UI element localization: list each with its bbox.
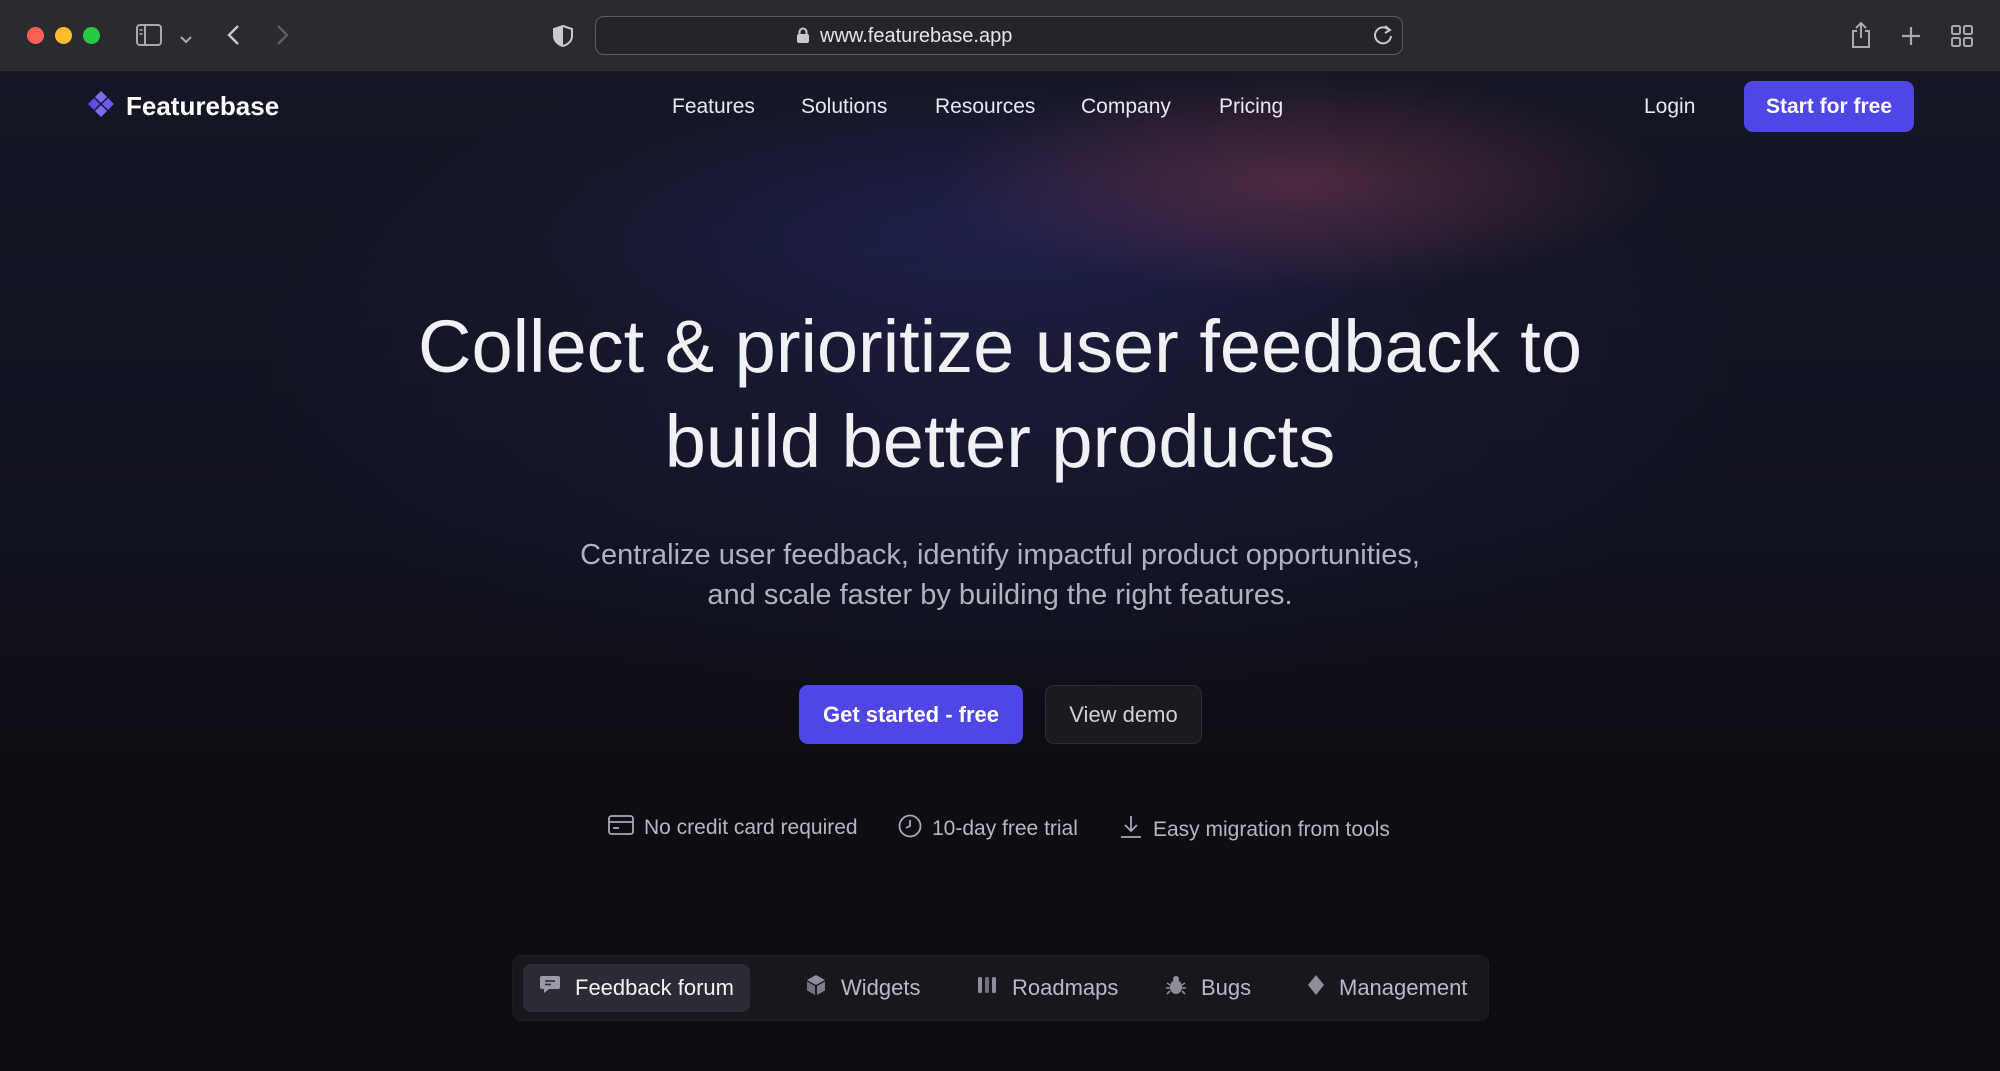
zoom-window-button[interactable] xyxy=(83,27,100,44)
download-icon xyxy=(1119,814,1143,846)
bug-icon xyxy=(1165,974,1187,1002)
tab-label: Roadmaps xyxy=(1012,975,1119,1000)
credit-card-icon xyxy=(608,814,634,842)
brand-name: Featurebase xyxy=(126,91,280,121)
tab-feedback-forum[interactable]: Feedback forum xyxy=(523,964,750,1012)
tab-label: Feedback forum xyxy=(575,975,734,1000)
browser-toolbar: www.featurebase.app xyxy=(0,0,2000,72)
nav-solutions[interactable]: Solutions xyxy=(801,95,887,119)
hero-title-line-2: build better products xyxy=(664,400,1336,483)
page-content: Featurebase Features Solutions Resources… xyxy=(0,72,2000,1071)
cube-icon xyxy=(805,974,827,1002)
chevron-down-icon[interactable] xyxy=(180,31,192,49)
tab-label: Management xyxy=(1339,975,1468,1000)
lock-icon xyxy=(796,27,810,49)
tab-bugs[interactable]: Bugs xyxy=(1149,964,1267,1012)
forward-icon[interactable] xyxy=(276,24,290,51)
nav-pricing[interactable]: Pricing xyxy=(1219,95,1283,119)
start-for-free-button[interactable]: Start for free xyxy=(1744,81,1914,132)
login-link[interactable]: Login xyxy=(1644,95,1695,119)
new-tab-icon[interactable] xyxy=(1900,25,1922,52)
sidebar-toggle-icon[interactable] xyxy=(136,24,162,51)
hero-subtitle-line-2: and scale faster by building the right f… xyxy=(707,579,1293,611)
privacy-shield-icon[interactable] xyxy=(553,24,573,52)
close-window-button[interactable] xyxy=(27,27,44,44)
perk-easy-migration: Easy migration from tools xyxy=(1119,814,1390,846)
tab-overview-icon[interactable] xyxy=(1951,25,1973,52)
tab-label: Widgets xyxy=(841,975,921,1000)
reload-icon[interactable] xyxy=(1372,24,1394,51)
chat-bubble-icon xyxy=(539,974,561,1002)
address-bar[interactable]: www.featurebase.app xyxy=(595,16,1403,55)
perk-label: Easy migration from tools xyxy=(1153,818,1390,841)
nav-resources[interactable]: Resources xyxy=(935,95,1035,119)
perk-label: 10-day free trial xyxy=(932,817,1078,840)
get-started-button[interactable]: Get started - free xyxy=(799,685,1023,744)
address-bar-url: www.featurebase.app xyxy=(820,25,1013,47)
hero-subtitle-line-1: Centralize user feedback, identify impac… xyxy=(580,539,1420,571)
perk-label: No credit card required xyxy=(644,816,858,839)
view-demo-button[interactable]: View demo xyxy=(1045,685,1202,744)
back-icon[interactable] xyxy=(226,24,240,51)
perk-free-trial: 10-day free trial xyxy=(898,814,1078,844)
perk-no-credit-card: No credit card required xyxy=(608,814,858,842)
featurebase-logo-icon xyxy=(86,89,116,124)
diamond-icon xyxy=(1307,974,1325,1002)
brand-logo[interactable]: Featurebase xyxy=(86,89,279,124)
tab-management[interactable]: Management xyxy=(1291,964,1483,1012)
product-tabs: Feedback forum Widgets Roadmaps Bugs Man… xyxy=(512,955,1489,1021)
nav-company[interactable]: Company xyxy=(1081,95,1171,119)
tab-widgets[interactable]: Widgets xyxy=(789,964,936,1012)
nav-features[interactable]: Features xyxy=(672,95,755,119)
tab-roadmaps[interactable]: Roadmaps xyxy=(960,964,1134,1012)
roadmap-icon xyxy=(976,974,998,1002)
hero-title-line-1: Collect & prioritize user feedback to xyxy=(418,305,1582,388)
minimize-window-button[interactable] xyxy=(55,27,72,44)
clock-icon xyxy=(898,814,922,844)
tab-label: Bugs xyxy=(1201,975,1252,1000)
share-icon[interactable] xyxy=(1850,21,1872,54)
